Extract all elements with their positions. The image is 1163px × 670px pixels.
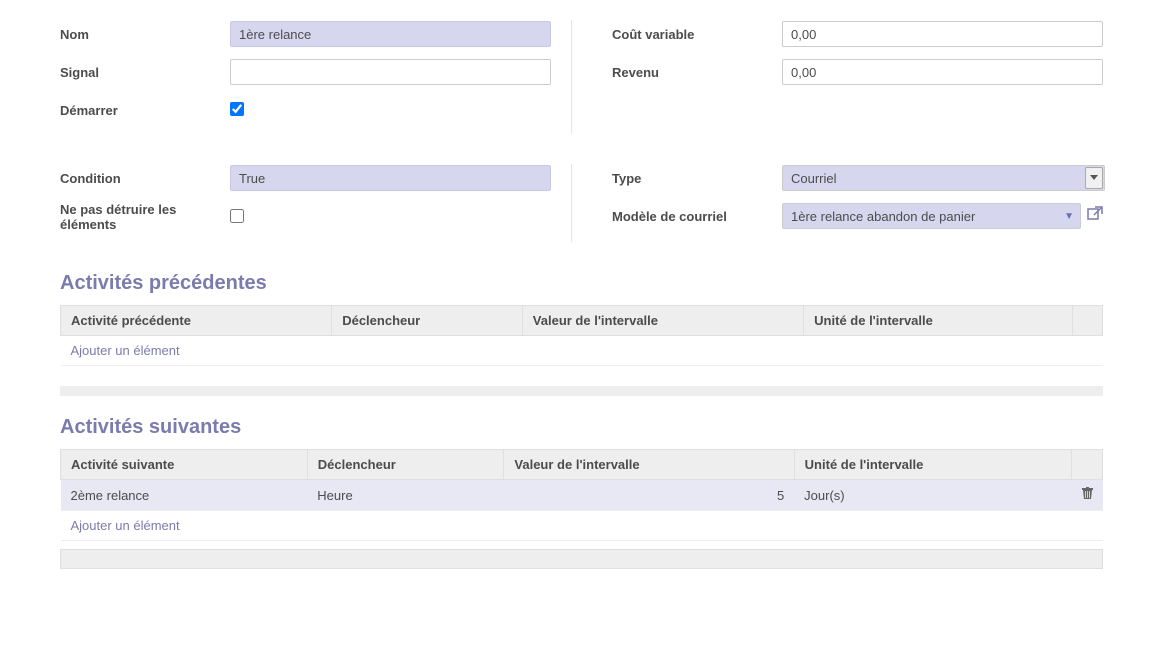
th-action-suiv	[1072, 450, 1103, 480]
table-suivantes: Activité suivante Déclencheur Valeur de …	[60, 449, 1103, 541]
cell-unite: Jour(s)	[794, 480, 1071, 511]
label-ne-pas-detruire: Ne pas détruire les éléments	[60, 202, 230, 232]
cell-valeur: 5	[504, 480, 794, 511]
demarrer-checkbox[interactable]	[230, 102, 244, 116]
label-type: Type	[612, 171, 782, 186]
table-footer-suivantes	[60, 549, 1103, 569]
condition-input[interactable]	[230, 165, 551, 191]
label-condition: Condition	[60, 171, 230, 186]
modele-courriel-value: 1ère relance abandon de panier	[791, 209, 975, 224]
type-select[interactable]: Courriel	[782, 165, 1105, 191]
th-activite-suivante[interactable]: Activité suivante	[61, 450, 308, 480]
th-unite-prec[interactable]: Unité de l'intervalle	[804, 306, 1073, 336]
table-row[interactable]: 2ème relance Heure 5 Jour(s)	[61, 480, 1103, 511]
th-declencheur-prec[interactable]: Déclencheur	[332, 306, 523, 336]
label-nom: Nom	[60, 27, 230, 42]
section-title-suivantes: Activités suivantes	[60, 416, 1103, 439]
revenu-input[interactable]	[782, 59, 1103, 85]
label-cout-variable: Coût variable	[612, 27, 782, 42]
label-modele-courriel: Modèle de courriel	[612, 209, 782, 224]
caret-down-icon: ▼	[1064, 211, 1074, 222]
add-element-precedentes[interactable]: Ajouter un élément	[71, 343, 180, 358]
cell-activite: 2ème relance	[61, 480, 308, 511]
nom-input[interactable]	[230, 21, 551, 47]
th-unite-suiv[interactable]: Unité de l'intervalle	[794, 450, 1071, 480]
cell-declencheur: Heure	[307, 480, 504, 511]
signal-input[interactable]	[230, 59, 551, 85]
th-valeur-suiv[interactable]: Valeur de l'intervalle	[504, 450, 794, 480]
external-link-icon[interactable]	[1087, 206, 1103, 226]
label-signal: Signal	[60, 65, 230, 80]
type-select-value: Courriel	[791, 171, 837, 186]
section-title-precedentes: Activités précédentes	[60, 272, 1103, 295]
th-valeur-prec[interactable]: Valeur de l'intervalle	[522, 306, 803, 336]
th-action-prec	[1073, 306, 1103, 336]
th-declencheur-suiv[interactable]: Déclencheur	[307, 450, 504, 480]
cout-variable-input[interactable]	[782, 21, 1103, 47]
ne-pas-detruire-checkbox[interactable]	[230, 209, 244, 223]
modele-courriel-select[interactable]: 1ère relance abandon de panier ▼	[782, 203, 1081, 229]
separator-bar	[60, 386, 1103, 396]
trash-icon[interactable]	[1082, 488, 1093, 503]
chevron-down-icon[interactable]	[1085, 167, 1103, 189]
add-element-suivantes[interactable]: Ajouter un élément	[71, 518, 180, 533]
label-demarrer: Démarrer	[60, 103, 230, 118]
label-revenu: Revenu	[612, 65, 782, 80]
th-activite-precedente[interactable]: Activité précédente	[61, 306, 332, 336]
table-precedentes: Activité précédente Déclencheur Valeur d…	[60, 305, 1103, 366]
